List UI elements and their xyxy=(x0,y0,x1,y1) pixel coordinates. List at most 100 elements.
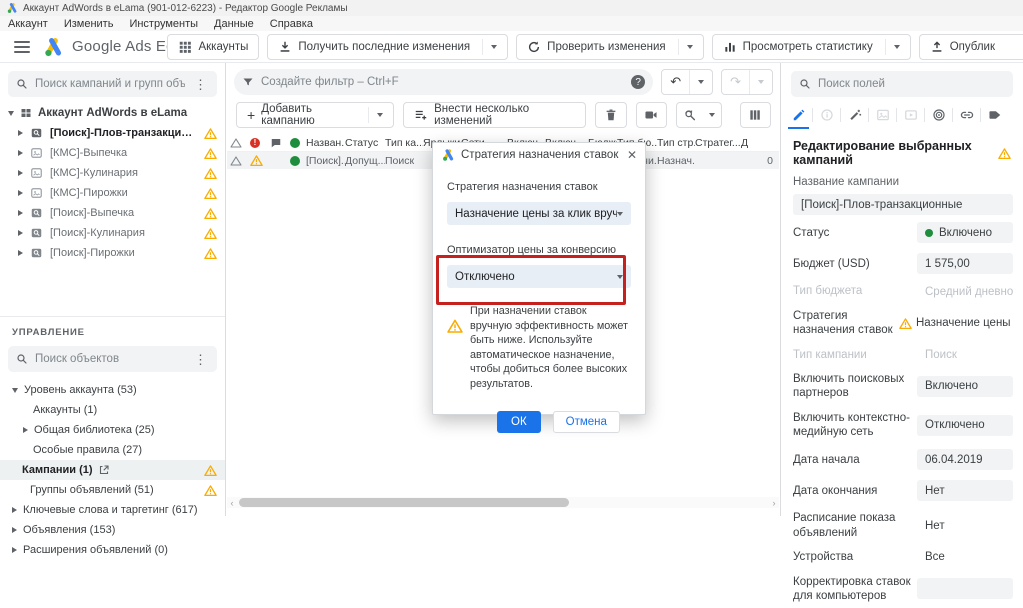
redo-button[interactable]: ↷ xyxy=(722,70,749,94)
redo-history-dropdown[interactable] xyxy=(749,70,772,94)
column-header[interactable]: Д xyxy=(741,137,779,149)
expand-icon[interactable] xyxy=(18,170,23,176)
expand-icon[interactable] xyxy=(18,210,23,216)
object-search-input[interactable] xyxy=(35,353,185,365)
chevron-down-icon[interactable] xyxy=(377,113,383,117)
more-options-icon[interactable]: ⋮ xyxy=(192,353,209,366)
tree-item-campaign[interactable]: [КМС]-Пирожки xyxy=(0,183,225,203)
display-network-select[interactable]: Отключено xyxy=(917,415,1013,436)
tree-item-account[interactable]: Аккаунт AdWords в eLama xyxy=(0,103,225,123)
chevron-down-icon[interactable] xyxy=(894,45,900,49)
campaign-name-input[interactable]: [Поиск]-Плов-транзакционные xyxy=(793,194,1013,215)
scroll-left-icon[interactable]: ‹ xyxy=(227,498,237,508)
mgmt-item-ad-groups[interactable]: Группы объявлений (51) xyxy=(0,480,225,500)
expand-icon[interactable] xyxy=(18,230,23,236)
external-link-icon[interactable] xyxy=(98,464,110,476)
warning-column-icon[interactable] xyxy=(230,137,250,149)
delete-button[interactable] xyxy=(595,102,626,128)
expand-icon[interactable] xyxy=(18,150,23,156)
menu-help[interactable]: Справка xyxy=(270,18,313,30)
expand-icon[interactable] xyxy=(12,507,17,513)
hamburger-menu-icon[interactable] xyxy=(14,41,30,53)
mgmt-item-custom-rules[interactable]: Особые правила (27) xyxy=(0,440,225,460)
status-select[interactable]: Включено xyxy=(917,222,1013,243)
expand-icon[interactable] xyxy=(23,427,28,433)
collapse-icon[interactable] xyxy=(12,388,18,393)
end-date-input[interactable]: Нет xyxy=(917,480,1013,501)
conversion-optimizer-select[interactable]: Отключено xyxy=(447,265,631,288)
filter-input[interactable] xyxy=(261,76,624,88)
menu-data[interactable]: Данные xyxy=(214,18,254,30)
filter-bar[interactable]: ? xyxy=(234,69,653,95)
mgmt-item-ad-extensions[interactable]: Расширения объявлений (0) xyxy=(0,540,225,560)
scroll-right-icon[interactable]: › xyxy=(769,498,779,508)
bid-strategy-value[interactable]: Назначение цены за кл... xyxy=(916,317,1013,329)
check-changes-button[interactable]: Проверить изменения xyxy=(516,34,703,60)
video-button[interactable] xyxy=(636,102,667,128)
tree-item-campaign[interactable]: [Поиск]-Кулинария xyxy=(0,223,225,243)
mgmt-item-campaigns[interactable]: Кампании (1) xyxy=(0,460,225,480)
collapse-icon[interactable] xyxy=(8,111,14,116)
ok-button[interactable]: ОК xyxy=(497,411,541,433)
expand-icon[interactable] xyxy=(18,250,23,256)
get-recent-changes-button[interactable]: Получить последние изменения xyxy=(267,34,508,60)
column-header[interactable]: Статус xyxy=(345,137,385,149)
menu-tools[interactable]: Инструменты xyxy=(129,18,198,30)
tab-edit[interactable] xyxy=(785,101,812,129)
mgmt-item-accounts[interactable]: Аккаунты (1) xyxy=(0,400,225,420)
menu-account[interactable]: Аккаунт xyxy=(8,18,48,30)
add-campaign-button[interactable]: + Добавить кампанию xyxy=(236,102,394,128)
accounts-button[interactable]: Аккаунты xyxy=(167,34,259,60)
chevron-down-icon[interactable] xyxy=(687,45,693,49)
desktop-bid-adjustment-input[interactable] xyxy=(917,578,1013,599)
expand-icon[interactable] xyxy=(18,190,23,196)
chevron-down-icon[interactable] xyxy=(491,45,497,49)
tree-item-campaign[interactable]: [Поиск]-Выпечка xyxy=(0,203,225,223)
campaign-search-input[interactable] xyxy=(35,78,185,90)
mgmt-item-ads[interactable]: Объявления (153) xyxy=(0,520,225,540)
undo-button[interactable]: ↶ xyxy=(662,70,689,94)
tab-links[interactable] xyxy=(953,101,980,129)
expand-icon[interactable] xyxy=(12,547,17,553)
error-column-icon[interactable]: ! xyxy=(250,138,270,148)
close-icon[interactable]: ✕ xyxy=(627,148,637,162)
object-search[interactable]: ⋮ xyxy=(8,346,217,372)
columns-button[interactable] xyxy=(740,102,771,128)
mgmt-item-account-level[interactable]: Уровень аккаунта (53) xyxy=(0,380,225,400)
column-header[interactable]: Назван... xyxy=(306,137,345,149)
horizontal-scrollbar[interactable]: ‹ › xyxy=(227,497,779,508)
tab-info[interactable] xyxy=(813,101,840,129)
status-column-icon[interactable] xyxy=(290,138,306,148)
bulk-edit-button[interactable]: Внести несколько изменений xyxy=(403,102,586,128)
tree-item-campaign[interactable]: [КМС]-Кулинария xyxy=(0,163,225,183)
undo-history-dropdown[interactable] xyxy=(689,70,712,94)
budget-input[interactable]: 1 575,00 xyxy=(917,253,1013,274)
campaign-search[interactable]: ⋮ xyxy=(8,71,217,97)
start-date-input[interactable]: 06.04.2019 xyxy=(917,449,1013,470)
column-header[interactable]: Тип ка... xyxy=(385,137,423,149)
help-icon[interactable]: ? xyxy=(631,75,645,89)
tree-item-campaign[interactable]: [Поиск]-Плов-транзакционные xyxy=(0,123,225,143)
tree-item-campaign[interactable]: [Поиск]-Пирожки xyxy=(0,243,225,263)
chevron-down-icon[interactable] xyxy=(709,113,715,117)
field-search[interactable] xyxy=(791,71,1013,97)
expand-icon[interactable] xyxy=(18,130,23,136)
tab-videos[interactable] xyxy=(897,101,924,129)
tab-images[interactable] xyxy=(869,101,896,129)
search-partners-select[interactable]: Включено xyxy=(917,376,1013,397)
cancel-button[interactable]: Отмена xyxy=(553,411,620,433)
menu-edit[interactable]: Изменить xyxy=(64,18,114,30)
mgmt-item-keywords-targeting[interactable]: Ключевые слова и таргетинг (617) xyxy=(0,500,225,520)
tab-targeting[interactable] xyxy=(925,101,952,129)
field-search-input[interactable] xyxy=(818,78,1005,90)
column-header[interactable]: Тип стр... xyxy=(657,137,695,149)
tab-recommendations[interactable] xyxy=(841,101,868,129)
mgmt-item-shared-library[interactable]: Общая библиотека (25) xyxy=(0,420,225,440)
publish-button[interactable]: Опублик xyxy=(919,34,1023,60)
find-replace-button[interactable] xyxy=(676,102,722,128)
bid-strategy-select[interactable]: Назначение цены за клик вручную xyxy=(447,202,631,225)
expand-icon[interactable] xyxy=(12,527,17,533)
view-statistics-button[interactable]: Просмотреть статистику xyxy=(712,34,911,60)
column-header[interactable]: Стратег... xyxy=(695,137,741,149)
more-options-icon[interactable]: ⋮ xyxy=(192,78,209,91)
